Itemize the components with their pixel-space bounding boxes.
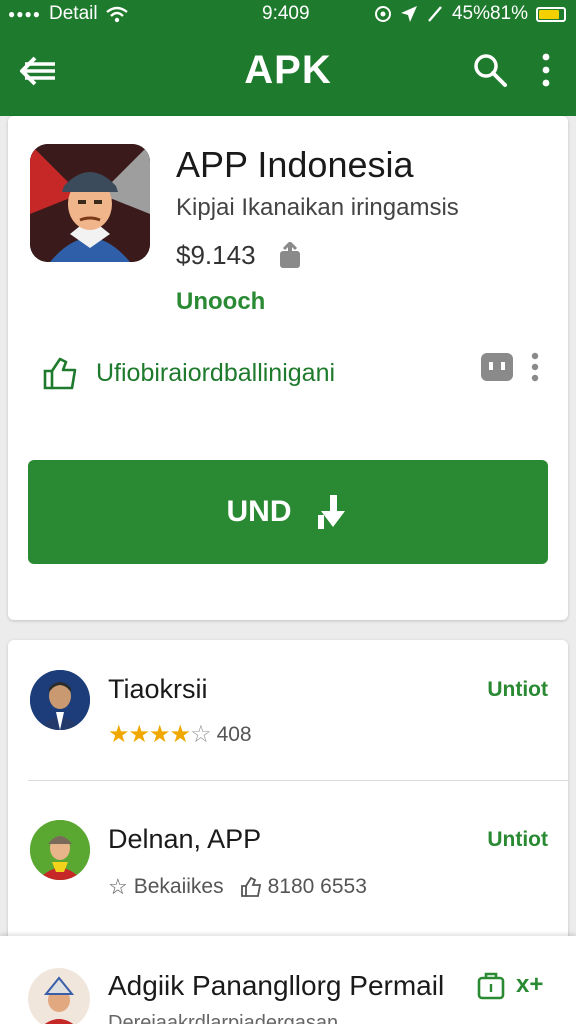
review-meta: ☆ Bekaiikes 8180 6553 bbox=[108, 874, 367, 900]
reviews-card: Tiaokrsii ★★★★☆ 408 Untiot Delnan, APP ☆… bbox=[8, 640, 568, 940]
app-detail-card: APP Indonesia Kipjai Ikanaikan iringamsi… bbox=[8, 116, 568, 620]
carrier-label: Detail bbox=[49, 3, 98, 24]
search-icon[interactable] bbox=[472, 52, 508, 88]
bottom-item-action-label: x+ bbox=[516, 971, 544, 998]
share-icon[interactable] bbox=[278, 241, 302, 270]
star-outline-icon: ☆ bbox=[108, 874, 128, 899]
overflow-menu-icon[interactable] bbox=[530, 352, 540, 382]
app-name: APP Indonesia bbox=[176, 144, 414, 185]
battery-percent: 45%81% bbox=[451, 3, 528, 24]
app-price: $9.143 bbox=[176, 240, 256, 270]
app-developer: Kipjai Ikanaikan iringamsis bbox=[176, 194, 459, 221]
location-arrow-icon bbox=[400, 6, 417, 22]
promo-row[interactable]: Ufiobiraiordballinigani bbox=[42, 356, 335, 390]
promo-actions bbox=[480, 352, 540, 382]
avatar bbox=[30, 820, 90, 880]
wifi-icon bbox=[105, 6, 128, 22]
download-arrow-icon bbox=[317, 495, 345, 529]
thumb-up-icon bbox=[240, 876, 261, 897]
thumb-up-icon bbox=[43, 357, 77, 390]
install-button[interactable]: UND bbox=[28, 460, 548, 564]
app-icon bbox=[30, 144, 150, 262]
cell-signal-icon bbox=[428, 6, 442, 22]
bottom-item-action[interactable]: x+ bbox=[476, 970, 543, 1000]
status-time: 9:409 bbox=[262, 3, 310, 24]
alarm-icon bbox=[374, 6, 391, 22]
signal-dots-icon: ●●●● bbox=[8, 7, 41, 21]
bottom-item-name: Adgiik Panangllorg Permail bbox=[108, 970, 445, 1001]
reviewer-name: Tiaokrsii bbox=[108, 674, 208, 704]
app-bar: APK bbox=[0, 28, 576, 116]
app-status: Unooch bbox=[176, 288, 266, 315]
battery-icon bbox=[536, 6, 566, 22]
install-button-label: UND bbox=[226, 495, 292, 528]
review-item[interactable]: Delnan, APP ☆ Bekaiikes 8180 6553 Untiot bbox=[8, 790, 568, 940]
rating-count: 408 bbox=[216, 722, 252, 746]
avatar bbox=[28, 968, 90, 1024]
review-action-button[interactable]: Untiot bbox=[487, 828, 548, 852]
review-item[interactable]: Tiaokrsii ★★★★☆ 408 Untiot bbox=[8, 640, 568, 790]
status-bar: ●●●● Detail 9:409 45%81% bbox=[0, 0, 576, 28]
review-meta-label: Bekaiikes bbox=[133, 875, 224, 898]
review-meta-count: 8180 6553 bbox=[267, 875, 367, 898]
divider bbox=[28, 780, 568, 781]
chat-icon[interactable] bbox=[480, 352, 514, 382]
bag-icon bbox=[477, 972, 505, 1000]
bottom-list-item[interactable]: Adgiik Panangllorg Permail Dereiaakrdlar… bbox=[0, 936, 576, 1024]
price-row: $9.143 bbox=[176, 240, 302, 271]
review-rating: ★★★★☆ 408 bbox=[108, 720, 252, 749]
app-icon-image bbox=[30, 144, 150, 262]
more-vert-icon[interactable] bbox=[536, 52, 556, 88]
promo-text: Ufiobiraiordballinigani bbox=[96, 358, 336, 387]
bottom-item-subtitle: Dereiaakrdlarpiadergasan bbox=[108, 1012, 339, 1024]
avatar bbox=[30, 670, 90, 730]
star-rating-icon: ★★★★☆ bbox=[108, 721, 212, 748]
review-action-button[interactable]: Untiot bbox=[487, 678, 548, 702]
reviewer-name: Delnan, APP bbox=[108, 824, 262, 854]
